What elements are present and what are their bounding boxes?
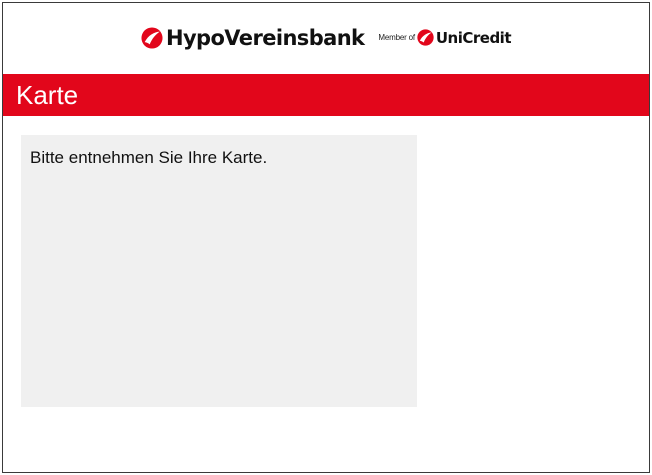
unicredit-logo-icon [417, 29, 434, 46]
member-of-label: Member of [378, 33, 415, 42]
hypovereinsbank-logo-icon [141, 26, 163, 49]
header: HypoVereinsbank Member of UniCredit [3, 3, 649, 74]
title-bar: Karte [3, 74, 649, 116]
instruction-message: Bitte entnehmen Sie Ihre Karte. [30, 148, 268, 167]
page-title: Karte [16, 80, 79, 110]
brand-name: HypoVereinsbank [165, 25, 365, 50]
atm-screen: HypoVereinsbank Member of UniCredit Kart… [2, 2, 650, 473]
partner-name: UniCredit [435, 28, 512, 47]
brand-logo: HypoVereinsbank Member of UniCredit [141, 25, 512, 50]
message-panel: Bitte entnehmen Sie Ihre Karte. [21, 135, 417, 407]
